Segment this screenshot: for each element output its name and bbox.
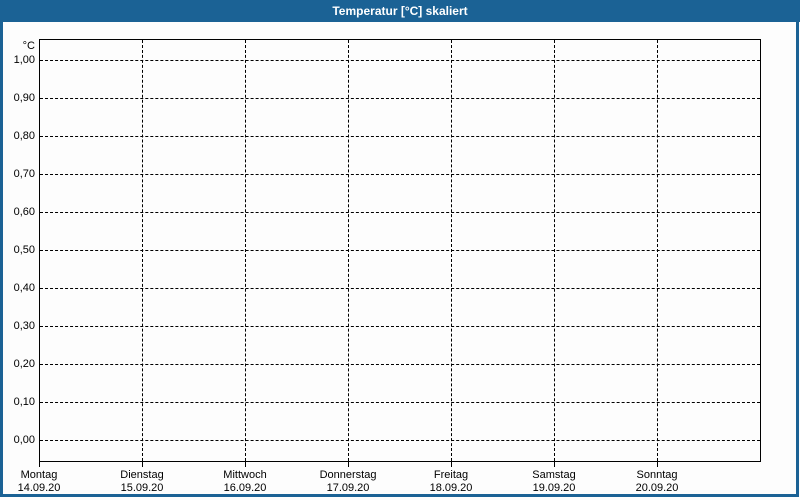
y-axis-tick-label: 0,30: [13, 320, 35, 332]
v-gridline: [142, 40, 143, 461]
x-axis-label-group: Donnerstag 17.09.20: [298, 469, 398, 495]
v-gridline: [554, 40, 555, 461]
x-axis-date-label: 16.09.20: [223, 482, 267, 494]
x-axis-day-label: Mittwoch: [223, 469, 267, 481]
h-gridline: [40, 250, 760, 251]
x-axis-label-group: Mittwoch 16.09.20: [195, 469, 295, 495]
v-gridline: [245, 40, 246, 461]
x-axis-label-group: Freitag 18.09.20: [401, 469, 501, 495]
h-gridline: [40, 60, 760, 61]
x-axis-label-group: Montag 14.09.20: [0, 469, 89, 495]
x-axis-label-group: Sonntag 20.09.20: [607, 469, 707, 495]
y-axis-tick-label: 0,80: [13, 130, 35, 142]
window-title: Temperatur [°C] skaliert: [332, 4, 468, 18]
h-gridline: [40, 288, 760, 289]
h-gridline: [40, 212, 760, 213]
x-axis-tick: [554, 462, 555, 467]
x-axis-tick: [657, 462, 658, 467]
x-axis-day-label: Freitag: [433, 469, 469, 481]
x-axis-tick: [142, 462, 143, 467]
y-axis-tick-label: 0,40: [13, 282, 35, 294]
y-axis-tick-label: 0,90: [13, 92, 35, 104]
x-axis-date-label: 20.09.20: [635, 482, 679, 494]
v-gridline: [348, 40, 349, 461]
frame-right-border: [796, 22, 799, 497]
plot-area: [39, 39, 761, 462]
x-axis-tick: [39, 462, 40, 467]
v-gridline: [657, 40, 658, 461]
h-gridline: [40, 402, 760, 403]
y-axis-tick-label: 0,50: [13, 244, 35, 256]
x-axis-date-label: 19.09.20: [532, 482, 576, 494]
x-axis-tick: [348, 462, 349, 467]
x-axis-date-label: 14.09.20: [17, 482, 61, 494]
x-axis-day-label: Dienstag: [120, 469, 164, 481]
v-gridline: [451, 40, 452, 461]
x-axis-day-label: Donnerstag: [319, 469, 377, 481]
y-axis-tick-label: 0,70: [13, 168, 35, 180]
y-axis-tick-label: 0,10: [13, 396, 35, 408]
h-gridline: [40, 364, 760, 365]
x-axis-date-label: 17.09.20: [326, 482, 370, 494]
y-axis-tick-label: 0,20: [13, 358, 35, 370]
title-bar: Temperatur [°C] skaliert: [0, 0, 800, 22]
y-axis-tick-label: 0,60: [13, 206, 35, 218]
y-axis-unit-label: °C: [22, 40, 35, 52]
x-axis-day-label: Samstag: [532, 469, 576, 481]
y-axis-tick-label: 0,00: [13, 434, 35, 446]
x-axis-day-label: Montag: [20, 469, 58, 481]
y-axis-tick-label: 1,00: [13, 54, 35, 66]
x-axis-date-label: 18.09.20: [429, 482, 473, 494]
h-gridline: [40, 136, 760, 137]
x-axis-label-group: Samstag 19.09.20: [504, 469, 604, 495]
x-axis-label-group: Dienstag 15.09.20: [92, 469, 192, 495]
h-gridline: [40, 326, 760, 327]
h-gridline: [40, 174, 760, 175]
h-gridline: [40, 440, 760, 441]
x-axis-date-label: 15.09.20: [120, 482, 164, 494]
x-axis-tick: [451, 462, 452, 467]
h-gridline: [40, 98, 760, 99]
x-axis-tick: [245, 462, 246, 467]
chart-window: Temperatur [°C] skaliert °C 1,00 0,90 0,…: [0, 0, 800, 500]
x-axis-day-label: Sonntag: [636, 469, 678, 481]
